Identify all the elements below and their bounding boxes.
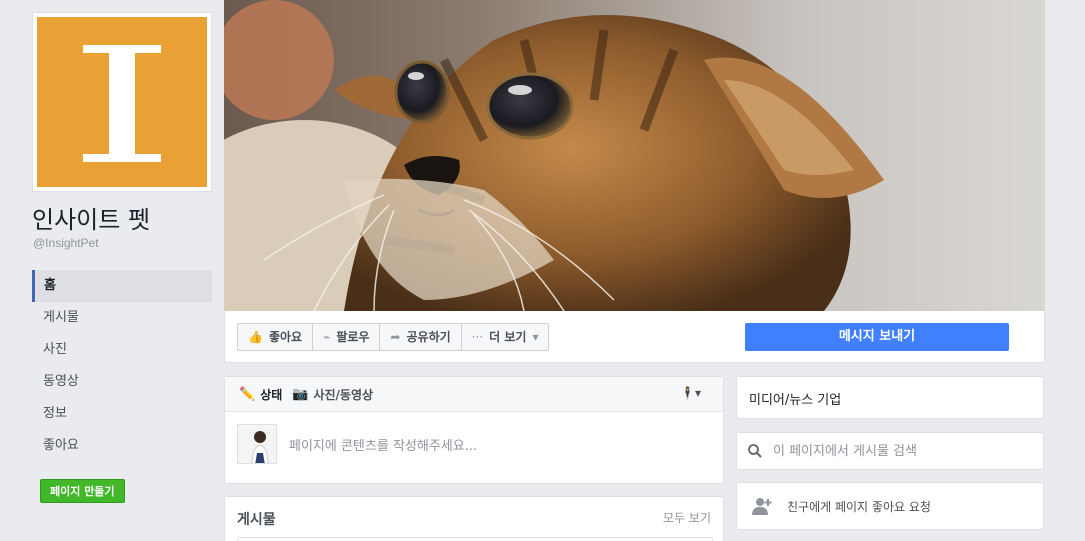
chevron-down-icon: ▾ [694,386,701,400]
person-icon: 🕴 [680,386,695,400]
composer-body[interactable]: 페이지에 콘텐츠를 작성해주세요... [225,412,723,476]
share-label: 공유하기 [406,330,451,344]
logo-image [37,17,207,187]
invite-label: 친구에게 페이지 좋아요 요청 [787,499,931,514]
thumbs-up-icon: 👍 [248,330,263,344]
follow-button[interactable]: ⌁ 팔로우 [313,324,381,350]
cover-photo[interactable] [224,0,1045,311]
share-arrow-icon: ➦ [390,330,401,344]
page-action-bar: 👍 좋아요 ⌁ 팔로우 ➦ 공유하기 ··· 더 보기 ▾ 메시지 보내기 [224,311,1045,363]
send-message-button[interactable]: 메시지 보내기 [745,323,1009,351]
posts-section: 게시물 모두 보기 [224,496,724,541]
pencil-icon: ✏️ [239,386,256,402]
logo-letter-icon [83,45,161,162]
post-composer: ✏️ 상태 📷 사진/동영상 🕴▾ 페이지에 콘텐츠를 작성해주세요... [224,376,724,484]
tab-photo-video[interactable]: 📷 사진/동영상 [292,386,373,403]
nav-item-videos[interactable]: 동영상 [32,366,212,398]
see-all-posts-link[interactable]: 모두 보기 [663,509,711,526]
like-button[interactable]: 👍 좋아요 [238,324,314,350]
nav-item-about[interactable]: 정보 [32,398,212,430]
composer-options-button[interactable]: 🕴▾ [680,386,701,400]
nav-item-likes[interactable]: 좋아요 [32,430,212,462]
composer-input[interactable]: 페이지에 콘텐츠를 작성해주세요... [289,435,477,454]
page-nav: 홈 게시물 사진 동영상 정보 좋아요 [32,270,212,462]
more-button[interactable]: ··· 더 보기 ▾ [462,324,549,350]
page-profile-picture[interactable] [32,12,212,192]
avatar [237,424,277,464]
camera-icon: 📷 [292,386,309,402]
page-handle[interactable]: @InsightPet [33,236,99,250]
tab-photo-label: 사진/동영상 [313,387,374,402]
nav-item-photos[interactable]: 사진 [32,334,212,366]
page-search-box[interactable] [736,432,1044,470]
more-label: 더 보기 [489,330,527,344]
search-input[interactable] [773,443,1023,459]
rss-icon: ⌁ [323,330,331,344]
search-icon [748,444,762,458]
add-friend-icon [752,498,772,515]
nav-item-posts[interactable]: 게시물 [32,302,212,334]
like-label: 좋아요 [268,330,303,344]
share-button[interactable]: ➦ 공유하기 [380,324,462,350]
post-card [237,537,713,541]
action-button-group: 👍 좋아요 ⌁ 팔로우 ➦ 공유하기 ··· 더 보기 ▾ [237,323,550,351]
posts-title: 게시물 [237,512,276,528]
page-category[interactable]: 미디어/뉴스 기업 [736,376,1044,419]
composer-tabs: ✏️ 상태 📷 사진/동영상 🕴▾ [225,377,723,412]
nav-item-home[interactable]: 홈 [32,270,212,302]
page-name[interactable]: 인사이트 펫 [32,200,150,235]
chevron-down-icon: ▾ [532,330,539,344]
ellipsis-icon: ··· [471,330,484,344]
tab-status[interactable]: ✏️ 상태 [239,386,282,403]
tab-status-label: 상태 [260,387,283,402]
create-page-button[interactable]: 페이지 만들기 [40,479,125,503]
cover-kitten-image [224,0,1045,311]
follow-label: 팔로우 [336,330,370,344]
invite-friends-button[interactable]: 친구에게 페이지 좋아요 요청 [736,482,1044,530]
